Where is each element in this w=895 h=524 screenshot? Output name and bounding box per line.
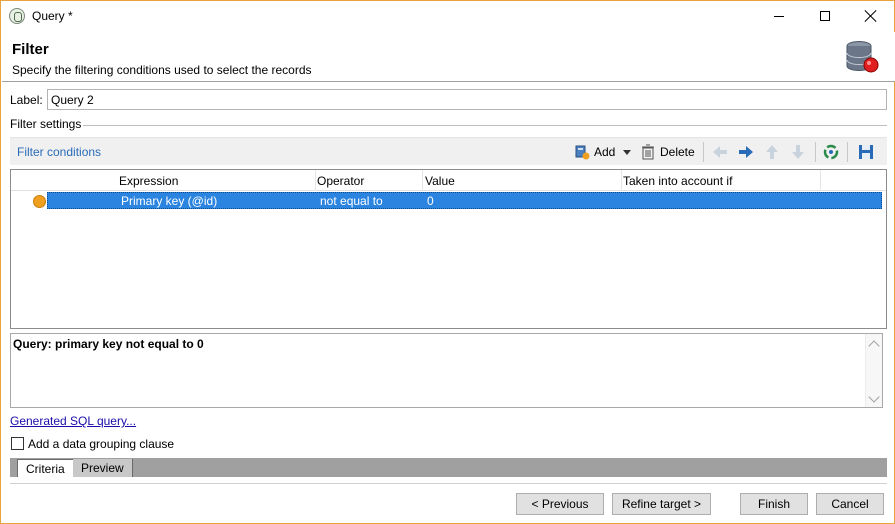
add-condition-icon bbox=[575, 145, 590, 160]
conditions-grid: Expression Operator Value Taken into acc… bbox=[10, 169, 887, 329]
toolbar-separator bbox=[847, 142, 848, 162]
chevron-down-icon[interactable] bbox=[623, 149, 632, 155]
tab-criteria[interactable]: Criteria bbox=[17, 459, 74, 477]
column-header-condition[interactable]: Taken into account if bbox=[623, 174, 732, 188]
title-bar: Query * bbox=[1, 1, 894, 32]
tab-preview[interactable]: Preview bbox=[73, 459, 133, 477]
grouping-checkbox[interactable] bbox=[11, 437, 24, 450]
footer-divider bbox=[10, 483, 887, 484]
delete-label: Delete bbox=[660, 145, 695, 159]
generated-sql-link[interactable]: Generated SQL query... bbox=[10, 414, 136, 428]
column-separator bbox=[422, 170, 423, 191]
row-operator: not equal to bbox=[320, 194, 383, 208]
query-summary: Query: primary key not equal to 0 bbox=[10, 333, 883, 408]
scroll-up-icon[interactable] bbox=[868, 340, 880, 352]
page-title: Filter bbox=[12, 41, 49, 58]
grouping-checkbox-label[interactable]: Add a data grouping clause bbox=[28, 437, 174, 451]
bottom-tab-bar: Criteria Preview bbox=[10, 458, 887, 477]
finish-button[interactable]: Finish bbox=[740, 493, 808, 515]
arrow-up-icon[interactable] bbox=[763, 144, 781, 160]
minimize-button[interactable] bbox=[756, 1, 802, 31]
close-button[interactable] bbox=[848, 1, 894, 31]
filter-toolbar: Filter conditions Add Delete bbox=[10, 137, 887, 165]
table-row[interactable]: Primary key (@id) not equal to 0 bbox=[47, 192, 882, 209]
toolbar-separator bbox=[703, 142, 704, 162]
add-label: Add bbox=[594, 145, 616, 159]
column-header-operator[interactable]: Operator bbox=[317, 174, 364, 188]
arrow-left-icon[interactable] bbox=[711, 144, 729, 160]
label-input[interactable] bbox=[47, 89, 887, 110]
delete-icon bbox=[642, 144, 654, 160]
maximize-icon bbox=[820, 11, 830, 21]
add-button[interactable]: Add bbox=[574, 142, 632, 162]
column-separator bbox=[820, 170, 821, 191]
toolbar-separator bbox=[815, 142, 816, 162]
summary-scrollbar[interactable] bbox=[865, 334, 882, 407]
query-window: Query * Filter Specify the filtering con… bbox=[0, 0, 895, 524]
row-status-icon bbox=[33, 195, 46, 208]
filter-conditions-title: Filter conditions bbox=[17, 145, 102, 159]
arrow-right-icon[interactable] bbox=[737, 144, 755, 160]
cancel-button[interactable]: Cancel bbox=[816, 493, 884, 515]
refine-target-button[interactable]: Refine target > bbox=[612, 493, 711, 515]
close-icon bbox=[865, 10, 877, 22]
window-title: Query * bbox=[32, 9, 73, 23]
row-value: 0 bbox=[427, 194, 434, 208]
save-icon[interactable] bbox=[857, 144, 875, 160]
section-divider bbox=[83, 125, 887, 126]
maximize-button[interactable] bbox=[802, 1, 848, 31]
page-header: Filter Specify the filtering conditions … bbox=[2, 32, 895, 82]
column-header-value[interactable]: Value bbox=[425, 174, 455, 188]
column-header-expression[interactable]: Expression bbox=[119, 174, 178, 188]
refresh-icon[interactable] bbox=[822, 144, 840, 160]
minimize-icon bbox=[774, 15, 784, 17]
row-expression: Primary key (@id) bbox=[121, 194, 218, 208]
arrow-down-icon[interactable] bbox=[789, 144, 807, 160]
previous-button[interactable]: < Previous bbox=[516, 493, 604, 515]
scroll-down-icon[interactable] bbox=[868, 391, 880, 403]
delete-button[interactable]: Delete bbox=[640, 142, 695, 162]
page-subtitle: Specify the filtering conditions used to… bbox=[12, 63, 312, 77]
database-icon bbox=[846, 41, 879, 73]
column-separator bbox=[315, 170, 316, 191]
grid-header: Expression Operator Value Taken into acc… bbox=[11, 170, 886, 191]
app-icon bbox=[9, 8, 25, 24]
filter-settings-title: Filter settings bbox=[10, 117, 84, 131]
column-separator bbox=[621, 170, 622, 191]
query-summary-text: Query: primary key not equal to 0 bbox=[13, 337, 204, 351]
label-caption: Label: bbox=[10, 93, 43, 107]
